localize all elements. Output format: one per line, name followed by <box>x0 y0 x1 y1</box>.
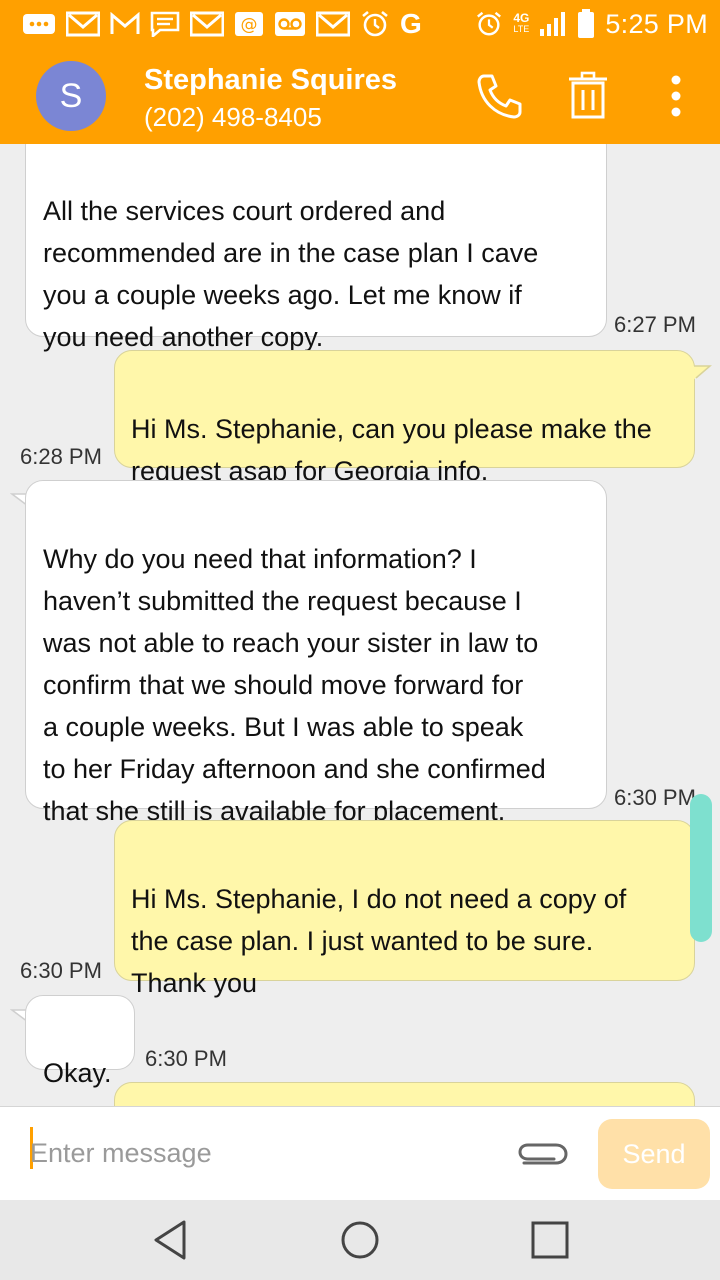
message-composer: Send <box>0 1106 720 1201</box>
contact-phone: (202) 498-8405 <box>144 102 322 132</box>
message-text: Why do you need that information? I have… <box>43 544 546 826</box>
notification-icons: @ G <box>22 10 422 38</box>
message-timestamp: 6:30 PM <box>145 1046 227 1071</box>
message-text: All the services court ordered and recom… <box>43 196 539 352</box>
network-subtype: LTE <box>513 24 530 34</box>
recents-square-icon <box>531 1221 569 1259</box>
status-bar: @ G 4G LTE 5:25 PM <box>0 0 720 48</box>
message-timestamp: 6:28 PM <box>20 444 102 469</box>
home-circle-icon <box>341 1221 379 1259</box>
more-icon <box>23 14 55 34</box>
message-bubble-outgoing[interactable]: Hi Ms. Stephanie, I do not need a copy o… <box>114 820 695 998</box>
alarm-icon <box>477 11 502 36</box>
email-at-icon: @ <box>235 12 263 36</box>
gmail-icon <box>66 11 100 37</box>
svg-text:@: @ <box>241 15 258 35</box>
status-time: 5:25 PM <box>605 8 708 39</box>
gmail-icon <box>316 11 350 37</box>
signal-icon <box>540 12 566 36</box>
message-bubble-incoming[interactable]: Okay. <box>25 995 135 1088</box>
message-bubble-incoming[interactable]: Why do you need that information? I have… <box>25 480 607 826</box>
message-bubble-outgoing[interactable]: Hi Ms. Stephanie, can you please make th… <box>114 350 695 486</box>
message-text: Okay. <box>43 1058 112 1088</box>
send-button[interactable]: Send <box>598 1119 710 1189</box>
voicemail-icon <box>275 12 305 36</box>
message-text: Hi Ms. Stephanie, I do not need a copy o… <box>131 884 627 998</box>
gmail-icon <box>110 12 140 34</box>
home-button[interactable] <box>338 1218 382 1262</box>
message-icon <box>150 11 180 37</box>
call-button[interactable] <box>472 68 528 124</box>
message-bubble-outgoing[interactable] <box>114 1082 695 1106</box>
battery-icon <box>578 9 595 38</box>
bubble-tail <box>686 365 712 386</box>
message-timestamp: 6:30 PM <box>20 958 102 983</box>
message-input[interactable] <box>30 1131 500 1175</box>
recents-button[interactable] <box>528 1218 572 1262</box>
attach-button[interactable] <box>514 1133 574 1181</box>
back-button[interactable] <box>148 1218 192 1262</box>
trash-icon <box>569 71 607 119</box>
delete-button[interactable] <box>560 68 616 124</box>
gmail-icon <box>190 11 224 37</box>
avatar-letter: S <box>59 76 83 115</box>
more-options-button[interactable] <box>648 68 704 124</box>
message-timestamp: 6:27 PM <box>614 312 696 337</box>
contact-name: Stephanie Squires <box>144 64 398 96</box>
google-icon: G <box>400 8 422 39</box>
conversation-thread[interactable]: All the services court ordered and recom… <box>0 144 720 1106</box>
navigation-bar <box>0 1200 720 1280</box>
more-vert-icon <box>671 75 681 117</box>
alarm-icon <box>362 10 388 37</box>
network-type: 4G <box>513 11 530 25</box>
phone-icon <box>477 74 522 119</box>
message-text: Hi Ms. Stephanie, can you please make th… <box>131 414 652 486</box>
back-triangle-icon <box>154 1220 186 1260</box>
network-4g-icon: 4G LTE <box>513 11 530 35</box>
conversation-header: S Stephanie Squires (202) 498-8405 <box>0 48 720 144</box>
message-timestamp: 6:30 PM <box>614 785 696 810</box>
scroll-indicator[interactable] <box>690 794 712 942</box>
paperclip-icon <box>518 1143 568 1165</box>
message-bubble-incoming[interactable]: All the services court ordered and recom… <box>25 144 607 352</box>
avatar[interactable]: S <box>36 61 106 131</box>
